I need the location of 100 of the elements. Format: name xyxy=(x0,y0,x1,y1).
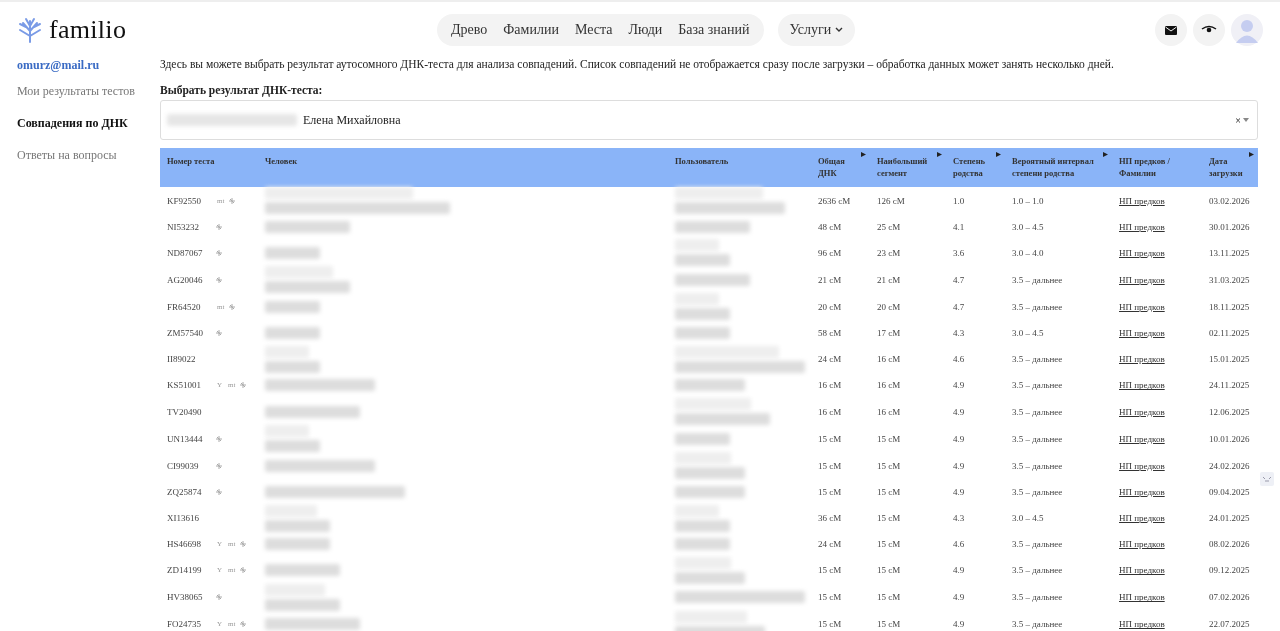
ancestors-link[interactable]: НП предков xyxy=(1119,195,1165,206)
ancestors-link[interactable]: НП предков xyxy=(1119,486,1165,497)
table-cell-text: 15 cM xyxy=(876,564,902,578)
test-id: KS51001 xyxy=(167,380,202,391)
pin-icon[interactable] xyxy=(215,487,223,496)
ancestors-link[interactable]: НП предков xyxy=(1119,301,1165,312)
nav-link[interactable]: Места xyxy=(566,22,621,38)
table-cell-text: 3.5 – дальнее xyxy=(1011,432,1064,446)
pin-icon[interactable] xyxy=(215,275,223,284)
ancestors-link[interactable]: НП предков xyxy=(1119,460,1165,471)
test-id: CI99039 xyxy=(167,460,200,471)
test-id: HV38065 xyxy=(167,592,204,603)
test-id: XI13616 xyxy=(167,513,200,524)
table-cell-text: 25 cM xyxy=(876,220,902,234)
pin-icon[interactable] xyxy=(239,566,248,575)
table-cell-text: 4.7 xyxy=(952,300,966,314)
table-cell-text: 3.5 – дальнее xyxy=(1011,459,1064,473)
table-cell-text: 3.0 – 4.0 xyxy=(1011,246,1045,260)
ancestors-link[interactable]: НП предков xyxy=(1119,539,1165,550)
table-cell-text: 4.7 xyxy=(952,273,966,287)
table-cell-text: 3.0 – 4.5 xyxy=(1011,327,1045,341)
table-cell-text: 10.01.2026 xyxy=(1208,432,1251,446)
redacted-username xyxy=(675,254,730,267)
services-menu[interactable]: Услуги xyxy=(777,14,856,46)
table-cell-text: 24 cM xyxy=(817,538,843,552)
pin-icon[interactable] xyxy=(228,302,237,311)
table-cell-text: 15 cM xyxy=(817,485,843,499)
table-cell-text: 3.5 – дальнее xyxy=(1011,618,1064,631)
ancestors-link[interactable]: НП предков xyxy=(1119,565,1165,576)
ancestors-link[interactable]: НП предков xyxy=(1119,328,1165,339)
sidebar-item[interactable]: Мои результаты тестов xyxy=(17,84,160,116)
pin-icon[interactable] xyxy=(215,461,223,470)
test-id: NI53232 xyxy=(167,221,200,232)
table-cell-text: 4.9 xyxy=(952,405,966,419)
redacted-username xyxy=(675,538,730,551)
nav-link[interactable]: Люди xyxy=(620,22,671,38)
table-cell-text: 15 cM xyxy=(876,432,902,446)
widget-icon[interactable] xyxy=(1260,472,1274,486)
test-id: II89022 xyxy=(167,354,197,365)
nav-link[interactable]: Древо xyxy=(443,22,496,38)
ancestors-link[interactable]: НП предков xyxy=(1119,380,1165,391)
ancestors-link[interactable]: НП предков xyxy=(1119,433,1165,444)
pin-icon[interactable] xyxy=(239,540,248,549)
ancestors-link[interactable]: НП предков xyxy=(1119,354,1165,365)
user-email[interactable]: omurz@mail.ru xyxy=(17,58,160,84)
column-header[interactable]: Вероятный интервал степени родства xyxy=(1005,148,1112,187)
column-header[interactable]: Дата загрузки xyxy=(1202,148,1258,187)
redacted-name xyxy=(265,246,320,259)
table-cell-text: 16 cM xyxy=(876,405,902,419)
ancestors-link[interactable]: НП предков xyxy=(1119,247,1165,258)
pin-icon[interactable] xyxy=(215,222,223,231)
column-header[interactable]: Наибольший сегмент xyxy=(870,148,946,187)
table-cell-text: 16 cM xyxy=(817,405,843,419)
pin-icon[interactable] xyxy=(239,620,248,629)
table-cell-text: 23 cM xyxy=(876,246,902,260)
pin-icon[interactable] xyxy=(215,248,223,257)
ancestors-link[interactable]: НП предков xyxy=(1119,274,1165,285)
table-cell-text: 3.5 – дальнее xyxy=(1011,405,1064,419)
logo-text[interactable]: familio xyxy=(49,15,127,45)
test-select[interactable]: Елена Михайловна × xyxy=(160,100,1258,140)
ancestors-link[interactable]: НП предков xyxy=(1119,592,1165,603)
ancestors-link[interactable]: НП предков xyxy=(1119,406,1165,417)
table-cell-text: 30.01.2026 xyxy=(1208,220,1251,234)
caret-icon xyxy=(1243,118,1249,122)
table-cell-text: 4.6 xyxy=(952,538,966,552)
test-id: UN13444 xyxy=(167,433,204,444)
eye-button[interactable] xyxy=(1193,14,1225,46)
table-cell-text: 16 cM xyxy=(876,353,902,367)
table-cell-text: 21 cM xyxy=(817,273,843,287)
redacted-username xyxy=(675,485,745,498)
table-cell-text: 4.6 xyxy=(952,353,966,367)
ancestors-link[interactable]: НП предков xyxy=(1119,221,1165,232)
table-cell-text: 3.5 – дальнее xyxy=(1011,379,1064,393)
nav-link[interactable]: База знаний xyxy=(670,22,758,38)
table-cell-text: 3.5 – дальнее xyxy=(1011,353,1064,367)
nav-link[interactable]: Фамилии xyxy=(495,22,567,38)
avatar-icon[interactable] xyxy=(1231,14,1263,46)
column-header[interactable]: Степень родства xyxy=(946,148,1005,187)
pin-icon[interactable] xyxy=(215,434,223,443)
mail-button[interactable] xyxy=(1155,14,1187,46)
clear-button[interactable]: × xyxy=(1233,114,1243,126)
table-cell-text: 15 cM xyxy=(876,591,902,605)
pin-icon[interactable] xyxy=(215,593,223,602)
table-cell-text: 20 cM xyxy=(876,300,902,314)
pin-icon[interactable] xyxy=(215,329,223,338)
ancestors-link[interactable]: НП предков xyxy=(1119,513,1165,524)
redacted-username xyxy=(675,571,745,584)
sidebar-item[interactable]: Ответы на вопросы xyxy=(17,148,160,180)
test-id: FR64520 xyxy=(167,301,202,312)
sidebar-item[interactable]: Совпадения по ДНК xyxy=(17,116,160,148)
pin-icon[interactable] xyxy=(239,381,248,390)
column-header: Пользователь xyxy=(668,148,811,187)
caret-icon xyxy=(835,27,844,33)
table-cell-text: 16 cM xyxy=(876,379,902,393)
table-cell-text: 3.0 – 4.5 xyxy=(1011,220,1045,234)
pin-icon[interactable] xyxy=(228,196,237,205)
test-id: ZD14199 xyxy=(167,565,203,576)
column-header[interactable]: Общая ДНК xyxy=(811,148,870,187)
ancestors-link[interactable]: НП предков xyxy=(1119,619,1165,630)
table-cell-text: 4.9 xyxy=(952,432,966,446)
